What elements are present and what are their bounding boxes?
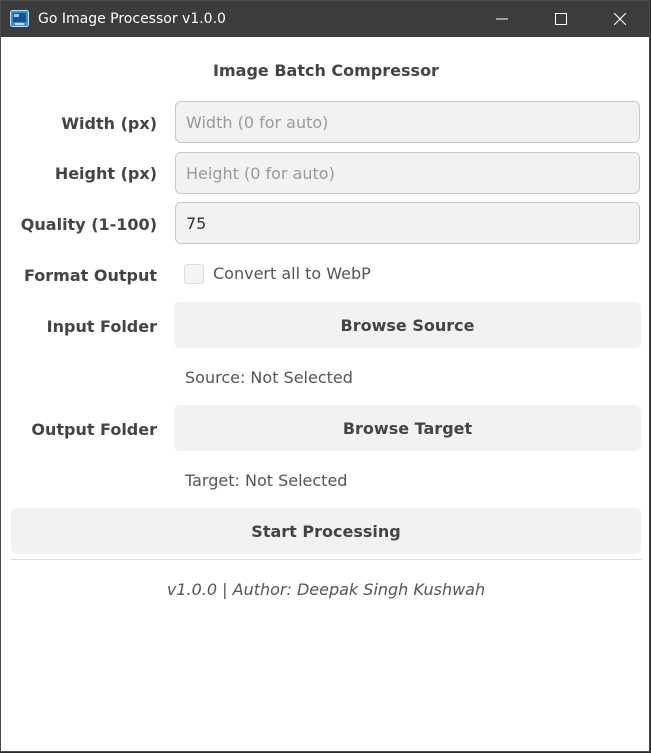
height-input[interactable] <box>175 152 640 194</box>
page-title: Image Batch Compressor <box>213 61 439 80</box>
webp-checkbox-label[interactable]: Convert all to WebP <box>213 264 371 283</box>
width-label: Width (px) <box>61 114 157 133</box>
source-status: Source: Not Selected <box>185 368 353 387</box>
maximize-button[interactable] <box>532 1 590 37</box>
maximize-icon <box>555 13 567 25</box>
output-folder-label: Output Folder <box>31 420 157 439</box>
webp-checkbox[interactable] <box>184 264 204 284</box>
minimize-icon <box>496 18 508 20</box>
height-label: Height (px) <box>54 164 157 183</box>
input-folder-label: Input Folder <box>46 317 157 336</box>
quality-label: Quality (1-100) <box>20 215 157 234</box>
start-processing-button[interactable]: Start Processing <box>11 508 641 554</box>
close-icon <box>614 13 626 25</box>
minimize-button[interactable] <box>473 1 531 37</box>
app-window: Go Image Processor v1.0.0 Image Batch Co… <box>0 0 650 752</box>
footer-credits: v1.0.0 | Author: Deepak Singh Kushwah <box>166 580 486 599</box>
format-label: Format Output <box>24 266 157 285</box>
app-icon <box>10 10 29 27</box>
window-title: Go Image Processor v1.0.0 <box>38 11 226 27</box>
close-button[interactable] <box>591 1 649 37</box>
browse-source-button[interactable]: Browse Source <box>174 302 641 348</box>
divider <box>11 559 642 560</box>
start-processing-label: Start Processing <box>251 521 401 541</box>
main-content: Image Batch Compressor Width (px) Height… <box>1 37 649 751</box>
width-input[interactable] <box>175 101 640 143</box>
browse-target-button[interactable]: Browse Target <box>174 405 641 451</box>
browse-target-label: Browse Target <box>342 418 473 438</box>
browse-source-label: Browse Source <box>340 315 475 335</box>
target-status: Target: Not Selected <box>185 471 348 490</box>
title-bar[interactable]: Go Image Processor v1.0.0 <box>1 1 649 37</box>
quality-input[interactable] <box>175 202 640 244</box>
